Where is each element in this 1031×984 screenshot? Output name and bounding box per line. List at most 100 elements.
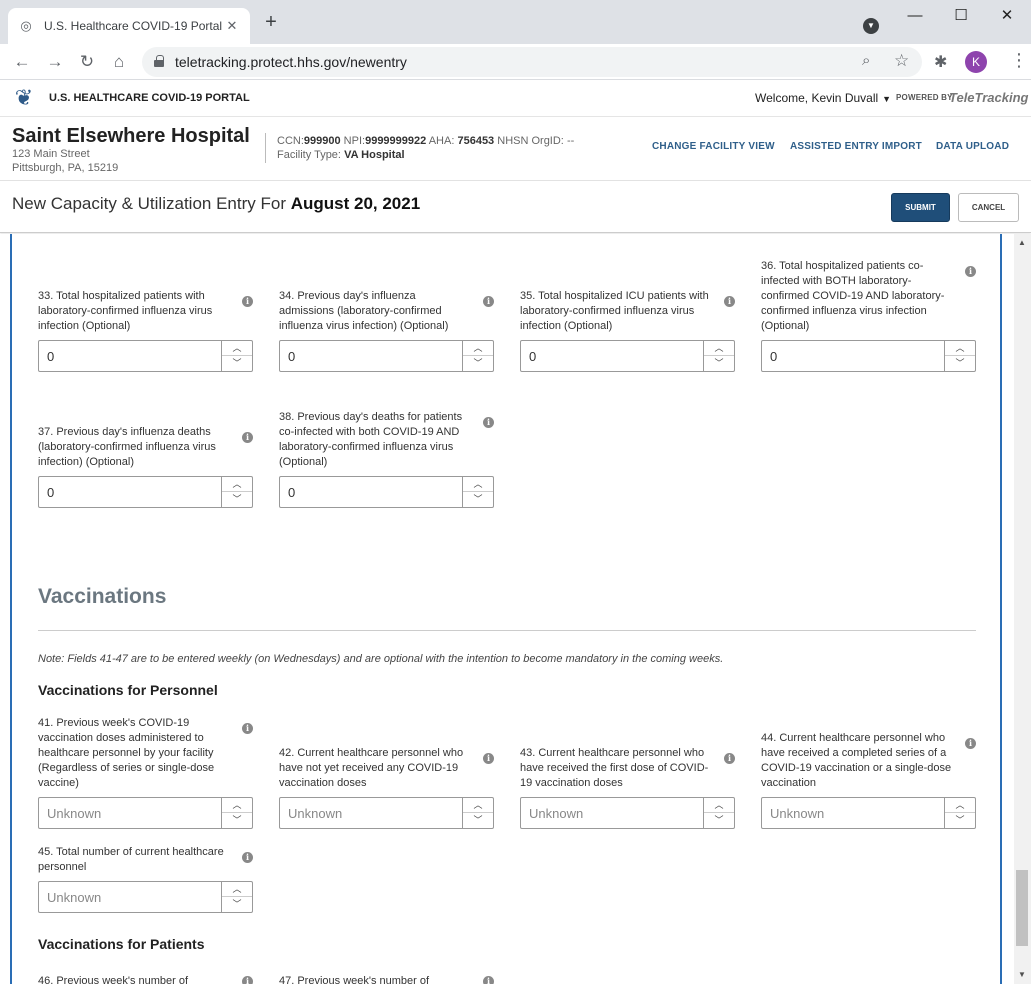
number-stepper[interactable]: ︿﹀ bbox=[520, 340, 735, 372]
minimize-icon[interactable]: — bbox=[903, 6, 927, 26]
facility-type: Facility Type: VA Hospital bbox=[277, 149, 405, 161]
section-title-vaccinations: Vaccinations bbox=[38, 585, 167, 608]
increment-icon[interactable]: ︿ bbox=[463, 798, 493, 813]
number-input[interactable] bbox=[39, 882, 222, 912]
scroll-up-icon[interactable]: ▲ bbox=[1016, 238, 1028, 247]
assisted-entry-import-link[interactable]: ASSISTED ENTRY IMPORT bbox=[790, 141, 922, 152]
number-input[interactable] bbox=[280, 341, 463, 371]
number-input[interactable] bbox=[280, 477, 463, 507]
increment-icon[interactable]: ︿ bbox=[945, 798, 975, 813]
npi-label: NPI: bbox=[343, 135, 366, 147]
back-icon[interactable]: ← bbox=[10, 50, 34, 74]
increment-icon[interactable]: ︿ bbox=[222, 882, 252, 897]
bookmark-star-icon[interactable]: ☆ bbox=[894, 51, 909, 71]
browser-tab[interactable]: ◎ U.S. Healthcare COVID-19 Portal ✕ bbox=[8, 8, 250, 44]
lock-icon[interactable] bbox=[154, 55, 164, 67]
decrement-icon[interactable]: ﹀ bbox=[463, 356, 493, 371]
decrement-icon[interactable]: ﹀ bbox=[945, 356, 975, 371]
teletracking-logo: TeleTracking bbox=[949, 90, 1029, 105]
info-icon[interactable]: i bbox=[483, 976, 494, 984]
window-close-icon[interactable]: ✕ bbox=[995, 6, 1019, 26]
field-37: 37. Previous day's influenza deaths (lab… bbox=[38, 414, 253, 508]
info-icon[interactable]: i bbox=[242, 852, 253, 863]
info-icon[interactable]: i bbox=[483, 296, 494, 307]
decrement-icon[interactable]: ﹀ bbox=[222, 813, 252, 828]
decrement-icon[interactable]: ﹀ bbox=[704, 356, 734, 371]
app-header: ❦ U.S. HEALTHCARE COVID-19 PORTAL Welcom… bbox=[0, 81, 1031, 117]
decrement-icon[interactable]: ﹀ bbox=[463, 492, 493, 507]
increment-icon[interactable]: ︿ bbox=[463, 341, 493, 356]
browser-menu-icon[interactable]: ⋮ bbox=[1010, 50, 1028, 71]
number-stepper[interactable]: ︿﹀ bbox=[38, 797, 253, 829]
scroll-down-icon[interactable]: ▼ bbox=[1016, 970, 1028, 979]
increment-icon[interactable]: ︿ bbox=[463, 477, 493, 492]
scrollbar-thumb[interactable] bbox=[1016, 870, 1028, 946]
cancel-button[interactable]: CANCEL bbox=[958, 193, 1019, 222]
profile-avatar[interactable]: K bbox=[965, 51, 987, 73]
number-stepper[interactable]: ︿﹀ bbox=[38, 340, 253, 372]
user-menu[interactable]: Welcome, Kevin Duvall ▼ bbox=[755, 91, 891, 105]
maximize-icon[interactable]: ☐ bbox=[949, 6, 973, 26]
info-icon[interactable]: i bbox=[242, 723, 253, 734]
zoom-icon[interactable]: ⌕ bbox=[862, 52, 870, 69]
tab-search-icon[interactable]: ▼ bbox=[863, 18, 879, 34]
info-icon[interactable]: i bbox=[242, 296, 253, 307]
number-input[interactable] bbox=[762, 341, 945, 371]
number-input[interactable] bbox=[39, 341, 222, 371]
extensions-icon[interactable]: ✱ bbox=[934, 52, 947, 72]
number-stepper[interactable]: ︿﹀ bbox=[279, 797, 494, 829]
decrement-icon[interactable]: ﹀ bbox=[222, 356, 252, 371]
number-stepper[interactable]: ︿﹀ bbox=[761, 340, 976, 372]
decrement-icon[interactable]: ﹀ bbox=[222, 492, 252, 507]
number-input[interactable] bbox=[39, 798, 222, 828]
reload-icon[interactable]: ↻ bbox=[75, 50, 99, 74]
info-icon[interactable]: i bbox=[483, 753, 494, 764]
browser-tab-strip: ◎ U.S. Healthcare COVID-19 Portal ✕ + ▼ … bbox=[0, 0, 1031, 44]
number-input[interactable] bbox=[521, 341, 704, 371]
forward-icon[interactable]: → bbox=[43, 50, 67, 74]
info-icon[interactable]: i bbox=[724, 296, 735, 307]
spinner: ︿ ﹀ bbox=[221, 341, 252, 371]
field-label: 38. Previous day's deaths for patients c… bbox=[279, 411, 463, 468]
number-stepper[interactable]: ︿﹀ bbox=[761, 797, 976, 829]
number-stepper[interactable]: ︿﹀ bbox=[279, 340, 494, 372]
number-input[interactable] bbox=[762, 798, 945, 828]
increment-icon[interactable]: ︿ bbox=[704, 798, 734, 813]
number-input[interactable] bbox=[521, 798, 704, 828]
spinner: ︿ ﹀ bbox=[703, 798, 734, 828]
home-icon[interactable]: ⌂ bbox=[107, 50, 131, 74]
info-icon[interactable]: i bbox=[242, 976, 253, 984]
omnibox[interactable]: teletracking.protect.hhs.gov/newentry ⌕ … bbox=[142, 47, 922, 77]
info-icon[interactable]: i bbox=[483, 417, 494, 428]
number-input[interactable] bbox=[39, 477, 222, 507]
increment-icon[interactable]: ︿ bbox=[945, 341, 975, 356]
info-icon[interactable]: i bbox=[965, 266, 976, 277]
number-input[interactable] bbox=[280, 798, 463, 828]
number-stepper[interactable]: ︿﹀ bbox=[520, 797, 735, 829]
number-stepper[interactable]: ︿﹀ bbox=[38, 476, 253, 508]
number-stepper[interactable]: ︿﹀ bbox=[279, 476, 494, 508]
new-tab-icon[interactable]: + bbox=[261, 12, 281, 32]
section-divider bbox=[38, 630, 976, 631]
increment-icon[interactable]: ︿ bbox=[222, 798, 252, 813]
decrement-icon[interactable]: ﹀ bbox=[222, 897, 252, 912]
welcome-text: Welcome, Kevin Duvall bbox=[755, 91, 879, 105]
field-label: 34. Previous day's influenza admissions … bbox=[279, 290, 449, 332]
increment-icon[interactable]: ︿ bbox=[222, 341, 252, 356]
change-facility-view-link[interactable]: CHANGE FACILITY VIEW bbox=[652, 141, 775, 152]
info-icon[interactable]: i bbox=[724, 753, 735, 764]
submit-button[interactable]: SUBMIT bbox=[891, 193, 950, 222]
data-upload-link[interactable]: DATA UPLOAD bbox=[936, 141, 1009, 152]
decrement-icon[interactable]: ﹀ bbox=[704, 813, 734, 828]
url-text[interactable]: teletracking.protect.hhs.gov/newentry bbox=[175, 54, 407, 70]
decrement-icon[interactable]: ﹀ bbox=[945, 813, 975, 828]
aha-value: 756453 bbox=[457, 135, 495, 147]
number-stepper[interactable]: ︿﹀ bbox=[38, 881, 253, 913]
form-scroll-area[interactable]: 33. Total hospitalized patients with lab… bbox=[0, 234, 1031, 984]
increment-icon[interactable]: ︿ bbox=[704, 341, 734, 356]
increment-icon[interactable]: ︿ bbox=[222, 477, 252, 492]
info-icon[interactable]: i bbox=[965, 738, 976, 749]
decrement-icon[interactable]: ﹀ bbox=[463, 813, 493, 828]
info-icon[interactable]: i bbox=[242, 432, 253, 443]
close-icon[interactable]: ✕ bbox=[224, 18, 240, 34]
